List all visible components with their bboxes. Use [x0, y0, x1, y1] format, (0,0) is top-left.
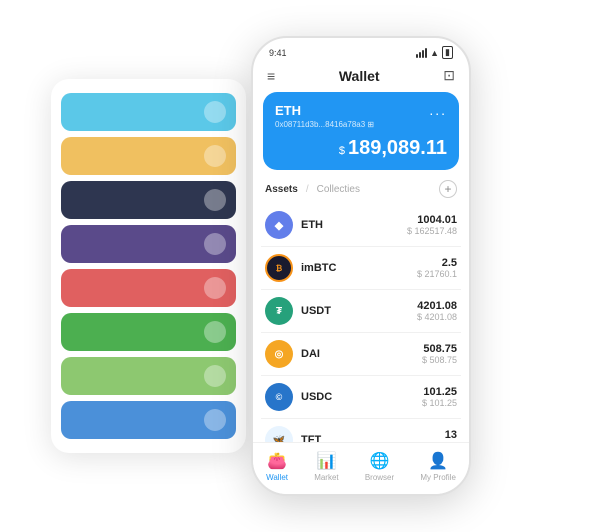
wallet-nav-label: Wallet	[266, 473, 288, 482]
card-stack	[51, 79, 246, 453]
card-icon-5	[204, 277, 226, 299]
signal-icon	[416, 48, 427, 58]
profile-nav-label: My Profile	[420, 473, 456, 482]
eth-card-title: ETH	[275, 103, 301, 118]
card-icon-7	[204, 365, 226, 387]
eth-amount: 1004.01	[407, 214, 457, 226]
market-nav-label: Market	[314, 473, 338, 482]
phone-inner: 9:41 ▲ ▮ ≡ Wallet ⊡	[253, 38, 469, 494]
page-title: Wallet	[339, 68, 380, 84]
card-icon-8	[204, 409, 226, 431]
asset-item-eth[interactable]: ◆ ETH 1004.01 $ 162517.48	[261, 204, 461, 247]
browser-nav-icon: 🌐	[370, 451, 390, 471]
nav-browser[interactable]: 🌐 Browser	[365, 451, 394, 482]
wallet-card-4[interactable]	[61, 225, 236, 263]
bottom-nav: 👛 Wallet 📊 Market 🌐 Browser 👤 My Profile	[253, 442, 469, 494]
nav-profile[interactable]: 👤 My Profile	[420, 451, 456, 482]
menu-icon[interactable]: ≡	[267, 68, 275, 84]
eth-card-balance: $189,089.11	[275, 137, 447, 160]
wifi-icon: ▲	[430, 48, 439, 58]
imbtc-amount: 2.5	[417, 257, 457, 269]
usdc-usd: $ 101.25	[422, 398, 457, 408]
eth-card-header: ETH ...	[275, 102, 447, 118]
imbtc-icon: ₿	[265, 254, 293, 282]
dai-icon: ◎	[265, 340, 293, 368]
tab-collecties[interactable]: Collecties	[317, 184, 360, 195]
nav-market[interactable]: 📊 Market	[314, 451, 338, 482]
usdt-name: USDT	[301, 305, 417, 317]
imbtc-name: imBTC	[301, 262, 417, 274]
asset-list: ◆ ETH 1004.01 $ 162517.48 ₿ imBTC 2.5 $ …	[253, 204, 469, 442]
usdt-amounts: 4201.08 $ 4201.08	[417, 300, 457, 322]
status-icons: ▲ ▮	[416, 46, 453, 59]
card-icon-2	[204, 145, 226, 167]
browser-nav-label: Browser	[365, 473, 394, 482]
tft-name: TFT	[301, 434, 445, 442]
usdt-usd: $ 4201.08	[417, 312, 457, 322]
scene: 9:41 ▲ ▮ ≡ Wallet ⊡	[21, 16, 581, 516]
assets-header: Assets / Collecties +	[253, 180, 469, 204]
eth-card-address: 0x08711d3b...8416a78a3 ⊞	[275, 120, 447, 129]
eth-usd: $ 162517.48	[407, 226, 457, 236]
assets-tabs: Assets / Collecties	[265, 184, 360, 195]
eth-name: ETH	[301, 219, 407, 231]
market-nav-icon: 📊	[316, 451, 336, 471]
dai-name: DAI	[301, 348, 422, 360]
imbtc-amounts: 2.5 $ 21760.1	[417, 257, 457, 279]
wallet-card-6[interactable]	[61, 313, 236, 351]
usdc-amounts: 101.25 $ 101.25	[422, 386, 457, 408]
asset-item-usdc[interactable]: © USDC 101.25 $ 101.25	[261, 376, 461, 419]
currency-symbol: $	[339, 145, 345, 157]
profile-nav-icon: 👤	[428, 451, 448, 471]
phone-frame: 9:41 ▲ ▮ ≡ Wallet ⊡	[251, 36, 471, 496]
usdc-icon: ©	[265, 383, 293, 411]
tft-icon: 🦋	[265, 426, 293, 442]
add-asset-button[interactable]: +	[439, 180, 457, 198]
tab-separator: /	[306, 184, 309, 195]
dai-amounts: 508.75 $ 508.75	[422, 343, 457, 365]
tft-amount: 13	[445, 429, 457, 441]
wallet-card-7[interactable]	[61, 357, 236, 395]
card-icon-3	[204, 189, 226, 211]
phone-header: ≡ Wallet ⊡	[253, 63, 469, 92]
dai-amount: 508.75	[422, 343, 457, 355]
dai-usd: $ 508.75	[422, 355, 457, 365]
wallet-card-2[interactable]	[61, 137, 236, 175]
asset-item-usdt[interactable]: ₮ USDT 4201.08 $ 4201.08	[261, 290, 461, 333]
usdc-name: USDC	[301, 391, 422, 403]
eth-card[interactable]: ETH ... 0x08711d3b...8416a78a3 ⊞ $189,08…	[263, 92, 459, 170]
usdc-amount: 101.25	[422, 386, 457, 398]
wallet-card-8[interactable]	[61, 401, 236, 439]
eth-amounts: 1004.01 $ 162517.48	[407, 214, 457, 236]
eth-icon: ◆	[265, 211, 293, 239]
usdt-icon: ₮	[265, 297, 293, 325]
imbtc-usd: $ 21760.1	[417, 269, 457, 279]
tft-amounts: 13 0	[445, 429, 457, 442]
asset-item-imbtc[interactable]: ₿ imBTC 2.5 $ 21760.1	[261, 247, 461, 290]
wallet-card-3[interactable]	[61, 181, 236, 219]
card-icon-6	[204, 321, 226, 343]
tab-assets[interactable]: Assets	[265, 184, 298, 195]
nav-wallet[interactable]: 👛 Wallet	[266, 451, 288, 482]
eth-card-menu[interactable]: ...	[429, 102, 447, 118]
usdt-amount: 4201.08	[417, 300, 457, 312]
card-icon-1	[204, 101, 226, 123]
wallet-card-1[interactable]	[61, 93, 236, 131]
status-bar: 9:41 ▲ ▮	[253, 38, 469, 63]
status-time: 9:41	[269, 48, 287, 58]
battery-icon: ▮	[442, 46, 453, 59]
scan-icon[interactable]: ⊡	[443, 67, 455, 84]
asset-item-tft[interactable]: 🦋 TFT 13 0	[261, 419, 461, 442]
wallet-card-5[interactable]	[61, 269, 236, 307]
card-icon-4	[204, 233, 226, 255]
asset-item-dai[interactable]: ◎ DAI 508.75 $ 508.75	[261, 333, 461, 376]
wallet-nav-icon: 👛	[267, 451, 287, 471]
